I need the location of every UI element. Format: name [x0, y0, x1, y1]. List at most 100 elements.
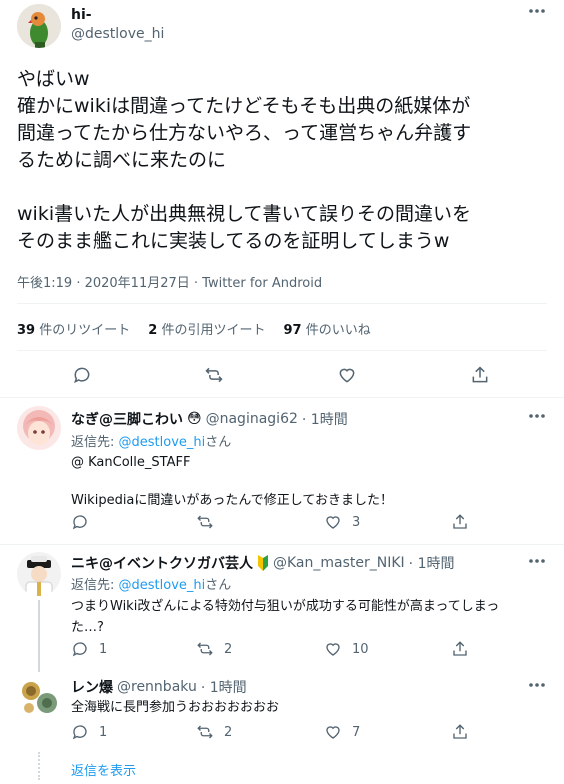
avatar[interactable]: [17, 4, 61, 48]
retweet-count: 2: [224, 641, 233, 657]
likes-count: 97: [283, 323, 302, 338]
like-action[interactable]: 7: [324, 723, 360, 741]
handle[interactable]: @destlove_hi: [71, 26, 164, 42]
reply-header: ニキ@イベントクソガバ芸人 @Kan_master_NIKI · 1時間: [71, 553, 454, 573]
retweets-label: 件のリツイート: [39, 323, 131, 338]
tweet-text-line: 間違ってたから仕方ないやろ、って運営ちゃん弁護す: [17, 122, 472, 144]
reply-icon: [72, 642, 87, 657]
likes-stat[interactable]: 97 件のいいね: [283, 319, 370, 338]
share-action[interactable]: [451, 640, 469, 658]
more-icon[interactable]: [528, 411, 546, 421]
retweets-stat[interactable]: 39 件のリツイート: [17, 319, 130, 338]
timestamp[interactable]: · 1時間: [302, 409, 348, 429]
likes-label: 件のいいね: [305, 323, 371, 338]
share-icon: [453, 641, 467, 656]
reply-text: つまりWiki改ざんによる特効付与狙いが成功する可能性が高まってしまっ た…?: [71, 596, 546, 638]
reply-text-line: た…?: [71, 620, 104, 635]
reply-action[interactable]: [71, 513, 99, 531]
reply-to-suffix: さん: [205, 578, 232, 593]
more-icon[interactable]: [528, 6, 546, 16]
tweet-text-line: 確かにwikiは間違ってたけどそもそも出典の紙媒体が: [17, 95, 471, 117]
retweet-action[interactable]: [196, 513, 224, 531]
tweet-text: やばいw 確かにwikiは間違ってたけどそもそも出典の紙媒体が 間違ってたから仕…: [17, 66, 547, 255]
like-count: 10: [352, 641, 369, 657]
avatar[interactable]: [17, 406, 61, 450]
display-name[interactable]: hi-: [71, 7, 92, 23]
beginner-mark-icon: [257, 555, 269, 571]
thread-connector: [38, 600, 40, 672]
reply-text-line: つまりWiki改ざんによる特効付与狙いが成功する可能性が高まってしまっ: [71, 599, 500, 614]
reply-text: @ KanColle_STAFF Wikipediaに間違いがあったんで修正して…: [71, 452, 541, 511]
reply-to: 返信先: @destlove_hiさん: [71, 431, 231, 450]
reply-icon: [72, 515, 87, 530]
like-icon[interactable]: [336, 364, 358, 386]
avatar[interactable]: [17, 552, 61, 596]
tweet-text-line: [17, 174, 547, 201]
reply-to-prefix: 返信先:: [71, 435, 119, 450]
avatar[interactable]: [17, 675, 61, 719]
reply-to-handle[interactable]: @destlove_hi: [119, 435, 206, 450]
reply-to-suffix: さん: [205, 435, 232, 450]
reply-header: レン爆 @rennbaku · 1時間: [71, 677, 247, 697]
like-count: 3: [352, 514, 361, 530]
display-name[interactable]: レン爆: [71, 677, 113, 697]
tweet-text-line: やばいw: [17, 68, 90, 90]
divider: [17, 350, 547, 351]
tweet-meta[interactable]: 午後1:19 · 2020年11月27日 · Twitter for Andro…: [17, 272, 322, 291]
show-replies-link[interactable]: 返信を表示: [71, 760, 136, 779]
reply-text-line: @ KanColle_STAFF: [71, 455, 191, 470]
reply-icon[interactable]: [71, 364, 93, 386]
like-icon: [326, 516, 340, 529]
retweet-action[interactable]: 2: [196, 640, 232, 658]
share-icon: [453, 514, 467, 529]
share-icon[interactable]: [469, 364, 491, 386]
reply-to-prefix: 返信先:: [71, 578, 119, 593]
like-action[interactable]: 10: [324, 640, 369, 658]
reply-count: 1: [99, 724, 108, 740]
like-action[interactable]: 3: [324, 513, 360, 531]
retweet-icon: [197, 642, 213, 656]
like-icon: [326, 726, 340, 739]
handle[interactable]: @rennbaku: [117, 679, 197, 695]
more-icon[interactable]: [528, 556, 546, 566]
reply-action[interactable]: 1: [71, 723, 107, 741]
like-icon: [326, 643, 340, 656]
handle[interactable]: @naginagi62: [206, 411, 298, 427]
tweet-text-line: るために調べに来たのに: [17, 149, 227, 171]
quotes-stat[interactable]: 2 件の引用ツイート: [148, 319, 265, 338]
divider: [17, 303, 547, 304]
reply-text-line: 全海戦に長門参加うおおおおおおお: [71, 700, 280, 715]
share-action[interactable]: [451, 723, 469, 741]
tweet-text-line: wiki書いた人が出典無視して書いて誤りその間違いを: [17, 203, 471, 225]
more-icon[interactable]: [528, 680, 546, 690]
retweet-icon[interactable]: [203, 364, 225, 386]
retweet-icon: [197, 725, 213, 739]
reply-text: 全海戦に長門参加うおおおおおおお: [71, 697, 279, 718]
retweet-icon: [197, 515, 213, 529]
timestamp[interactable]: · 1時間: [409, 553, 455, 573]
share-action[interactable]: [451, 513, 469, 531]
thread-dots: [38, 752, 40, 780]
tweet-stats: 39 件のリツイート 2 件の引用ツイート 97 件のいいね: [17, 319, 371, 338]
reply-to: 返信先: @destlove_hiさん: [71, 574, 231, 593]
share-icon: [453, 724, 467, 739]
like-count: 7: [352, 724, 361, 740]
tweet-text-line: そのまま艦これに実装してるのを証明してしまうw: [17, 230, 450, 252]
retweet-count: 2: [224, 724, 233, 740]
quotes-label: 件の引用ツイート: [161, 323, 266, 338]
timestamp[interactable]: · 1時間: [201, 677, 247, 697]
retweets-count: 39: [17, 323, 36, 338]
divider: [0, 397, 564, 398]
reply-count: 1: [99, 641, 108, 657]
display-name[interactable]: なぎ@三脚こわい: [71, 409, 183, 429]
reply-text-line: [71, 473, 541, 490]
reply-icon: [72, 725, 87, 740]
flushed-emoji: 😳: [187, 411, 202, 427]
reply-header: なぎ@三脚こわい 😳 @naginagi62 · 1時間: [71, 409, 348, 429]
reply-action[interactable]: 1: [71, 640, 107, 658]
reply-to-handle[interactable]: @destlove_hi: [119, 578, 206, 593]
display-name[interactable]: ニキ@イベントクソガバ芸人: [71, 553, 253, 573]
handle[interactable]: @Kan_master_NIKI: [273, 555, 405, 571]
divider: [0, 544, 564, 545]
retweet-action[interactable]: 2: [196, 723, 232, 741]
